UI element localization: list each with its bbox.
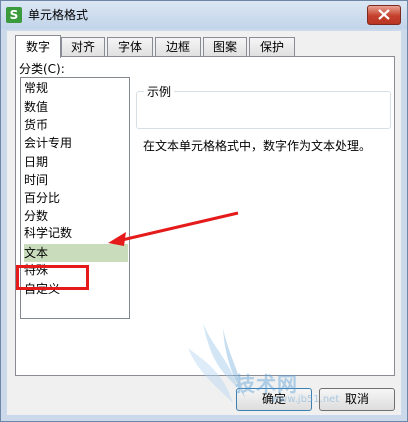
tab-number[interactable]: 数字 [15, 35, 61, 58]
number-tab-panel: 分类(C): 常规 数值 货币 会计专用 日期 时间 百分比 分数 科学记数 文… [15, 56, 395, 376]
list-item-general[interactable]: 常规 [24, 79, 128, 97]
dialog-client: 数字 对齐 字体 边框 图案 保护 分类(C): 常规 数值 货币 会计专用 日… [7, 31, 401, 415]
list-item-fraction[interactable]: 分数 [24, 207, 128, 225]
list-item-text[interactable]: 文本 [24, 244, 128, 262]
category-label: 分类(C): [19, 62, 65, 76]
sample-title: 示例 [144, 83, 175, 100]
app-icon: S [6, 7, 22, 23]
list-item-time[interactable]: 时间 [24, 171, 128, 189]
list-item-currency[interactable]: 货币 [24, 116, 128, 134]
list-item-percentage[interactable]: 百分比 [24, 189, 128, 207]
annotation-highlight-box [16, 265, 89, 290]
tab-protection[interactable]: 保护 [249, 37, 295, 57]
ok-button[interactable]: 确定 [236, 388, 312, 411]
tab-font[interactable]: 字体 [107, 37, 153, 57]
list-item-accounting[interactable]: 会计专用 [24, 134, 128, 152]
list-item-scientific[interactable]: 科学记数 [24, 224, 128, 242]
close-icon [378, 9, 390, 20]
dialog-window: S 单元格格式 数字 对齐 字体 边框 图案 保护 分类(C): 常规 数值 货… [0, 0, 408, 422]
format-description: 在文本单元格格式中，数字作为文本处理。 [143, 139, 372, 153]
cancel-button[interactable]: 取消 [319, 388, 395, 411]
tab-alignment[interactable]: 对齐 [61, 37, 105, 57]
list-item-date[interactable]: 日期 [24, 153, 128, 171]
tab-border[interactable]: 边框 [155, 37, 201, 57]
list-item-number[interactable]: 数值 [24, 98, 128, 116]
title-bar[interactable]: S 单元格格式 [1, 1, 407, 29]
tab-pattern[interactable]: 图案 [203, 37, 247, 57]
window-title: 单元格格式 [28, 8, 89, 22]
sample-groupbox [136, 91, 391, 129]
close-button[interactable] [367, 5, 401, 25]
